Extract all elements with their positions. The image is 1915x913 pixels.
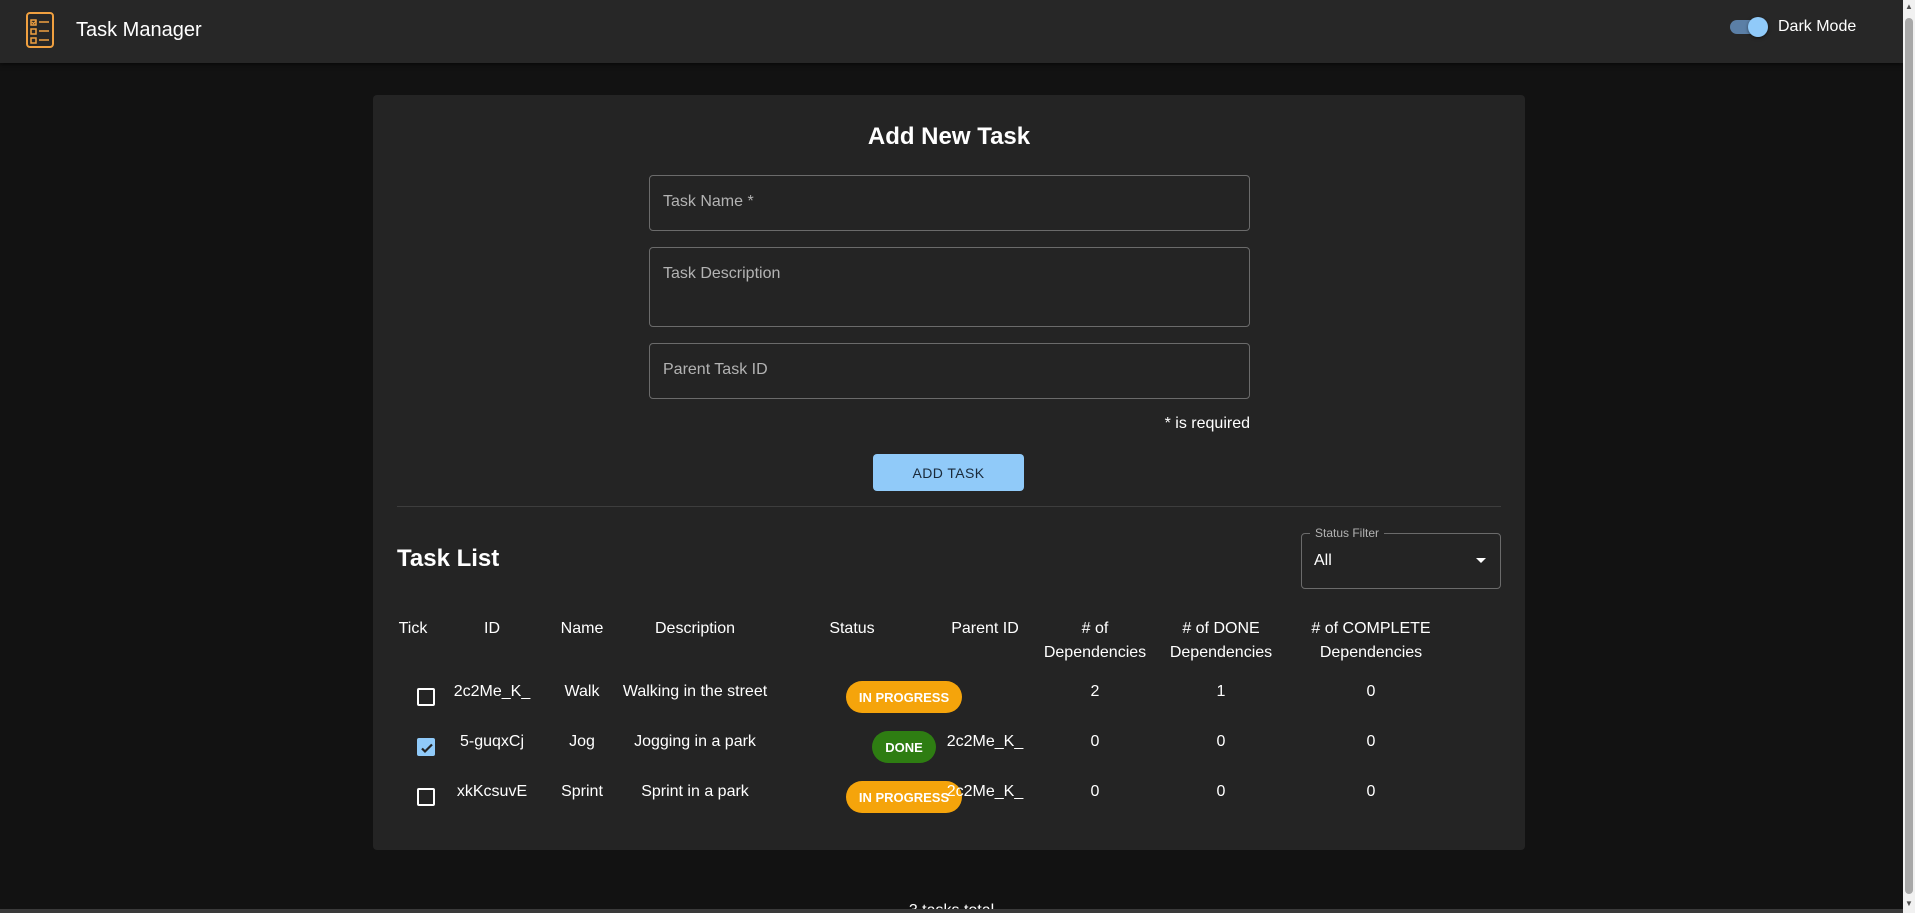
status-filter-value: All bbox=[1314, 552, 1332, 569]
column-header-dependencies: # of Dependencies bbox=[1043, 620, 1147, 661]
task-list-title: Task List bbox=[397, 545, 500, 572]
row-id: 2c2Me_K_ bbox=[453, 683, 531, 700]
row-tick-checkbox[interactable] bbox=[417, 738, 435, 756]
task-description-field[interactable]: Task Description bbox=[649, 247, 1250, 327]
row-name: Sprint bbox=[561, 783, 603, 800]
caret-down-icon bbox=[1476, 558, 1486, 563]
status-filter-select[interactable]: Status Filter All bbox=[1301, 526, 1501, 589]
bottom-edge bbox=[0, 909, 1903, 913]
row-done-dependencies: 1 bbox=[1216, 683, 1226, 700]
status-badge: IN PROGRESS bbox=[846, 681, 962, 713]
row-dependencies: 2 bbox=[1090, 683, 1100, 700]
row-id: 5-guqxCj bbox=[459, 733, 525, 750]
form-title: Add New Task bbox=[867, 123, 1031, 150]
row-description: Walking in the street bbox=[622, 683, 768, 700]
task-name-field[interactable]: Task Name * bbox=[649, 175, 1250, 231]
column-header-status: Status bbox=[829, 620, 875, 637]
dark-mode-switch-thumb[interactable] bbox=[1748, 17, 1768, 37]
column-header-done-dependencies: # of DONE Dependencies bbox=[1169, 620, 1273, 661]
row-name: Walk bbox=[564, 683, 600, 700]
row-id: xkKcsuvE bbox=[456, 783, 528, 800]
row-dependencies: 0 bbox=[1090, 783, 1100, 800]
column-header-tick: Tick bbox=[398, 620, 428, 637]
column-header-complete-dependencies: # of COMPLETE Dependencies bbox=[1311, 620, 1431, 661]
column-header-description: Description bbox=[654, 620, 736, 637]
parent-task-id-field[interactable]: Parent Task ID bbox=[649, 343, 1250, 399]
section-divider bbox=[397, 506, 1501, 507]
column-header-parent-id: Parent ID bbox=[951, 620, 1019, 637]
add-task-button[interactable]: ADD TASK bbox=[873, 454, 1024, 491]
row-parent-id: 2c2Me_K_ bbox=[946, 733, 1024, 750]
row-complete-dependencies: 0 bbox=[1366, 733, 1376, 750]
dark-mode-switch[interactable] bbox=[1730, 17, 1768, 37]
scroll-down-arrow-icon[interactable]: ▼ bbox=[1905, 900, 1913, 908]
row-dependencies: 0 bbox=[1090, 733, 1100, 750]
app-title: Task Manager bbox=[76, 19, 202, 41]
row-complete-dependencies: 0 bbox=[1366, 783, 1376, 800]
page-scrollbar[interactable]: ▲ ▼ bbox=[1903, 0, 1915, 913]
status-filter-label: Status Filter bbox=[1310, 526, 1385, 540]
task-description-placeholder: Task Description bbox=[663, 265, 781, 282]
row-tick-checkbox[interactable] bbox=[417, 688, 435, 706]
row-done-dependencies: 0 bbox=[1216, 733, 1226, 750]
row-description: Sprint in a park bbox=[641, 783, 749, 800]
task-name-placeholder: Task Name * bbox=[663, 193, 754, 210]
checklist-document-icon bbox=[26, 12, 54, 48]
dark-mode-toggle[interactable]: Dark Mode bbox=[1730, 17, 1857, 37]
scroll-up-arrow-icon[interactable]: ▲ bbox=[1905, 3, 1913, 11]
scroll-thumb[interactable] bbox=[1905, 18, 1913, 894]
column-header-id: ID bbox=[484, 620, 500, 637]
app-bar: Task Manager Dark Mode bbox=[0, 0, 1903, 63]
status-badge: DONE bbox=[872, 731, 936, 763]
row-name: Jog bbox=[569, 733, 595, 750]
column-header-name: Name bbox=[560, 620, 604, 637]
checkmark-icon bbox=[421, 743, 433, 754]
row-description: Jogging in a park bbox=[634, 733, 756, 750]
parent-task-id-placeholder: Parent Task ID bbox=[663, 361, 768, 378]
row-parent-id: 2c2Me_K_ bbox=[946, 783, 1024, 800]
dark-mode-label: Dark Mode bbox=[1778, 18, 1857, 35]
row-done-dependencies: 0 bbox=[1216, 783, 1226, 800]
row-complete-dependencies: 0 bbox=[1366, 683, 1376, 700]
required-note: * is required bbox=[1164, 415, 1250, 432]
task-card: Add New Task Task Name * Task Descriptio… bbox=[373, 95, 1525, 850]
row-tick-checkbox[interactable] bbox=[417, 788, 435, 806]
